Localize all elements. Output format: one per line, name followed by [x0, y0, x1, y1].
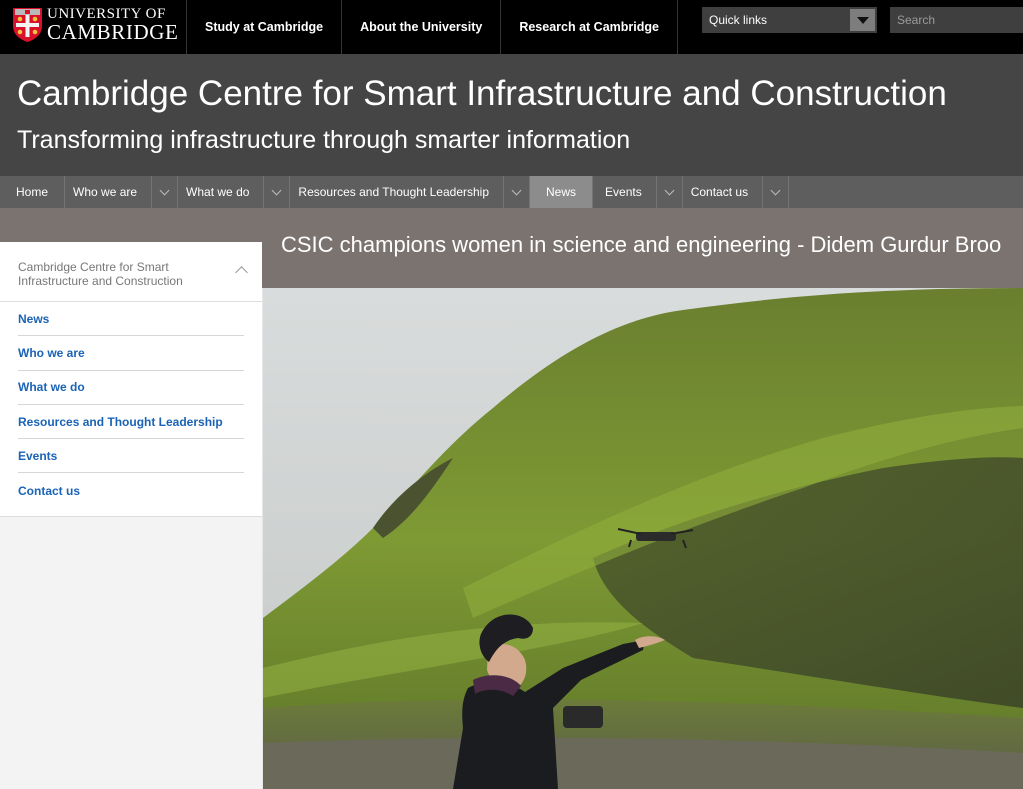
sidebar-menu: News Who we are What we do Resources and…	[18, 302, 244, 508]
nav-news-label: News	[546, 185, 577, 199]
nav-who-we-are-label: Who we are	[73, 185, 138, 199]
nav-news[interactable]: News	[530, 176, 594, 208]
sidebar-footer-area	[0, 516, 262, 789]
sidebar-item-contact-us[interactable]: Contact us	[18, 473, 244, 507]
chevron-down-icon[interactable]	[151, 176, 177, 208]
sidebar-section-header[interactable]: Cambridge Centre for Smart Infrastructur…	[0, 242, 262, 302]
nav-events[interactable]: Events	[593, 176, 683, 208]
sidebar-item-who-we-are[interactable]: Who we are	[18, 336, 244, 371]
site-title[interactable]: Cambridge Centre for Smart Infrastructur…	[17, 74, 947, 114]
chevron-down-icon[interactable]	[762, 176, 788, 208]
sidebar-item-events[interactable]: Events	[18, 439, 244, 474]
nav-events-label: Events	[605, 185, 642, 199]
article-title: CSIC champions women in science and engi…	[281, 232, 1002, 257]
hero-photo-drone-pilot	[263, 288, 1023, 789]
chevron-down-icon[interactable]	[503, 176, 529, 208]
global-header: UNIVERSITY OF CAMBRIDGE Study at Cambrid…	[0, 0, 1023, 54]
nav-what-we-do[interactable]: What we do	[178, 176, 291, 208]
top-navigation: Study at Cambridge About the University …	[186, 0, 678, 54]
chevron-down-icon[interactable]	[655, 176, 682, 208]
nav-home[interactable]: Home	[0, 176, 66, 208]
sidebar-item-what-we-do[interactable]: What we do	[18, 371, 244, 405]
quick-links-dropdown[interactable]: Quick links	[702, 7, 877, 33]
sidebar-item-news[interactable]: News	[18, 302, 244, 337]
chevron-up-icon[interactable]	[235, 266, 248, 279]
nav-resources-label: Resources and Thought Leadership	[298, 185, 489, 199]
search-input[interactable]	[890, 7, 1023, 33]
nav-contact-us-label: Contact us	[690, 185, 749, 199]
article-hero-image	[263, 288, 1023, 789]
university-wordmark: UNIVERSITY OF CAMBRIDGE	[47, 7, 178, 43]
site-header: Cambridge Centre for Smart Infrastructur…	[0, 54, 1023, 176]
quick-links-label: Quick links	[709, 13, 768, 27]
sidebar-section-title: Cambridge Centre for Smart Infrastructur…	[18, 260, 183, 288]
top-nav-about[interactable]: About the University	[341, 0, 500, 54]
top-nav-research[interactable]: Research at Cambridge	[500, 0, 678, 54]
main-navigation: Home Who we are What we do Resources and…	[0, 176, 1023, 208]
sidebar-item-resources[interactable]: Resources and Thought Leadership	[18, 405, 244, 440]
nav-contact-us[interactable]: Contact us	[683, 176, 790, 208]
wordmark-line-2: CAMBRIDGE	[47, 20, 179, 44]
top-nav-study[interactable]: Study at Cambridge	[186, 0, 341, 54]
nav-resources[interactable]: Resources and Thought Leadership	[290, 176, 530, 208]
nav-who-we-are[interactable]: Who we are	[65, 176, 179, 208]
chevron-down-icon[interactable]	[263, 176, 289, 208]
nav-what-we-do-label: What we do	[186, 185, 250, 199]
caret-down-icon[interactable]	[850, 9, 875, 31]
nav-home-label: Home	[16, 185, 49, 199]
section-sidebar: Cambridge Centre for Smart Infrastructur…	[0, 242, 262, 789]
university-logo[interactable]: UNIVERSITY OF CAMBRIDGE	[12, 5, 178, 45]
site-tagline: Transforming infrastructure through smar…	[17, 126, 631, 154]
coat-of-arms-icon	[13, 8, 42, 42]
